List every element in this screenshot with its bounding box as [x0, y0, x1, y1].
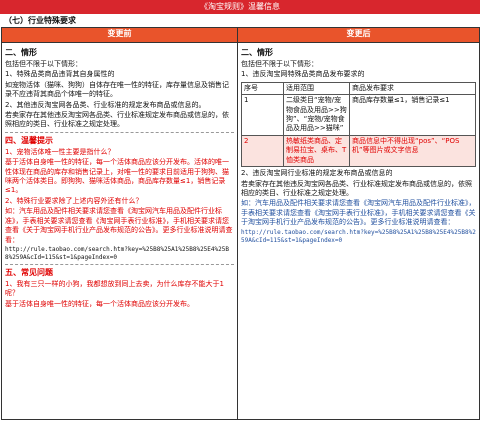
left-situations-title: 二、情形 [5, 48, 37, 57]
row-scope: 二级类目“宠物/宠物食品及用品>>狗狗”、“宠物/宠物食品及用品>>猫咪” [283, 94, 350, 136]
after-column: 二、情形 包括但不限于以下情形： 1、违反淘宝网特殊品类商品发布要求的 序号 适… [237, 42, 480, 420]
row-scope: 热敏纸类商品、定制易拉宝、桌布、T恤类商品 [283, 134, 350, 168]
left-tips-title: 四、温馨提示 [5, 135, 53, 145]
left-question: 1、我有三只一样的小狗，我都想放到同上去卖，为什么库存不能大于1呢？ [5, 280, 224, 298]
table-header-cell: 适用范围 [283, 81, 350, 96]
row-number: 1 [241, 94, 284, 136]
right-situations-title: 二、情形 [241, 48, 273, 57]
comparison-table: 变更前 变更后 二、情形 包括但不限于以下情形： 1、特殊品类商品违背其自身属性… [1, 27, 480, 420]
section-title: （七）行业特殊要求 [4, 16, 76, 25]
left-question: 1、宠物活体唯一性主要是指什么？ [5, 147, 115, 156]
table-header-cell: 序号 [241, 81, 284, 96]
page-banner: 《淘宝规则》温馨信息 [0, 0, 480, 14]
left-answer: 如：汽车用品及配件相关要求请您查看《淘宝网汽车用品及配件行业标准》，手表相关要求… [5, 207, 233, 244]
left-faq-title: 五、常见问题 [5, 268, 53, 278]
row-requirement: 商品库存数量≤1，销售记录≤1 [349, 94, 476, 136]
divider [5, 131, 234, 133]
left-text: 2、其他违反淘宝网各品类、行业标准的规定发布商品或信息的。 [5, 100, 206, 109]
table-header-cell: 商品发布要求 [349, 81, 476, 96]
left-text: 包括但不限于以下情形： [5, 59, 82, 68]
rules-link[interactable]: http://rule.taobao.com/search.htm?key=%2… [5, 246, 234, 262]
row-number: 2 [241, 134, 284, 168]
table-row: 2 热敏纸类商品、定制易拉宝、桌布、T恤类商品 商品信息中不得出现“pos”、“… [241, 134, 476, 168]
right-text: 如：汽车用品及配件相关要求请您查看《淘宝网汽车用品及配件行业标准》，手表相关要求… [241, 199, 476, 227]
left-text: 若卖家存在其他违反淘宝网各品类、行业标准规定发布商品或信息的，依照相应的类目、行… [5, 110, 229, 129]
right-text: 2、违反淘宝网行业标准的规定发布商品或信息的 [241, 169, 393, 178]
left-question: 2、特殊行业要求除了上述内容外还有什么？ [5, 196, 143, 205]
row-requirement: 商品信息中不得出现“pos”、“POS机”等图片或文字信息 [349, 134, 476, 168]
left-text: 如宠物活体（猫咪、狗狗）自体存在唯一性的特征，库存量信息及销售记录不应违背其商品… [5, 80, 229, 99]
right-text: 包括但不限于以下情形： [241, 59, 318, 68]
before-column: 二、情形 包括但不限于以下情形： 1、特殊品类商品违背其自身属性的 如宠物活体（… [1, 42, 238, 420]
divider [5, 264, 234, 266]
header-after: 变更后 [237, 27, 480, 43]
requirements-table: 序号 适用范围 商品发布要求 1 二级类目“宠物/宠物食品及用品>>狗狗”、“宠… [241, 81, 476, 168]
left-answer: 基于活体自身唯一性的特征，每一个活体商品应该分开发布。活体的唯一性体现在商品的库… [5, 158, 229, 195]
right-text: 若卖家存在其他违反淘宝网各品类、行业标准规定发布商品或信息的，依照相应的类目、行… [241, 179, 472, 198]
rules-link[interactable]: http://rule.taobao.com/search.htm?key=%2… [241, 229, 476, 245]
left-answer: 基于活体自身唯一性的特征，每一个活体商品应该分开发布。 [5, 299, 194, 308]
left-text: 1、特殊品类商品违背其自身属性的 [5, 70, 115, 79]
right-text: 1、违反淘宝网特殊品类商品发布要求的 [241, 70, 365, 79]
header-before: 变更前 [1, 27, 238, 43]
table-row: 1 二级类目“宠物/宠物食品及用品>>狗狗”、“宠物/宠物食品及用品>>猫咪” … [241, 94, 476, 136]
